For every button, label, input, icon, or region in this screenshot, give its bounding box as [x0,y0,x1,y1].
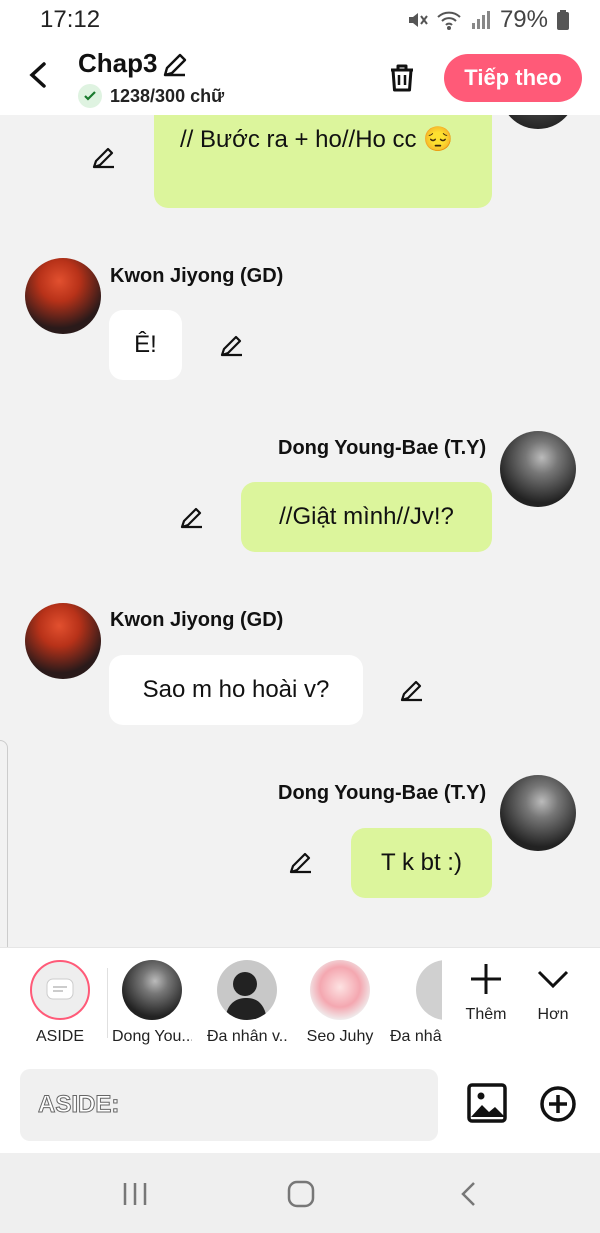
character-aside[interactable]: ASIDE [20,960,100,1046]
character-da-nhan-vat-2[interactable]: Đa nhâ [390,960,442,1046]
message-bubble[interactable]: Sao m ho hoài v? [109,655,363,725]
battery-percent: 79% [499,6,548,33]
check-icon [78,84,102,108]
message-text: Ê! [134,331,157,358]
trash-icon[interactable] [384,60,420,96]
character-dong-young-bae[interactable]: Dong You... [112,960,192,1046]
avatar [310,960,370,1020]
add-character-button[interactable]: Thêm [456,962,516,1024]
avatar-dong-young-bae[interactable] [500,431,576,507]
composer-bar [0,1057,600,1153]
wifi-icon [437,11,461,30]
edit-message-icon[interactable] [398,676,426,704]
avatar [416,960,442,1020]
word-count-text: 1238/300 chữ [110,85,225,106]
character-label: ASIDE [35,1028,84,1045]
sender-name: Dong Young-Bae (T.Y) [278,437,487,459]
status-time: 17:12 [40,6,101,33]
more-label: Hơn [537,1006,569,1023]
add-circle-icon[interactable] [539,1085,577,1123]
message-box-icon [46,978,74,1000]
chevron-down-icon [537,970,569,989]
avatar-dong-young-bae[interactable] [500,775,576,851]
sender-name: Dong Young-Bae (T.Y) [278,782,487,804]
edit-title-icon[interactable] [160,50,190,80]
app-header: Chap3 1238/300 chữ Tiếp theo [0,40,600,115]
word-count: 1238/300 chữ [78,84,224,108]
message-bubble[interactable]: // Bước ra + ho//Ho cc 😔 [154,115,492,208]
character-label: Seo Juhy [306,1028,374,1045]
avatar [122,960,182,1020]
avatar-kwon-jiyong[interactable] [25,258,101,334]
page-title: Chap3 [78,48,158,78]
sender-name: Kwon Jiyong (GD) [110,609,284,631]
add-label: Thêm [465,1006,507,1023]
edit-message-icon[interactable] [218,331,246,359]
message-bubble[interactable]: T k bt :) [351,828,492,898]
battery-icon [557,10,569,30]
sender-name: Kwon Jiyong (GD) [110,265,284,287]
avatar-kwon-jiyong[interactable] [25,603,101,679]
mute-icon [408,13,428,27]
message-input[interactable] [20,1069,438,1141]
character-bar: ASIDE Dong You... Đa nhân v... Seo Juhy … [0,947,600,1057]
status-icons: 79% [406,6,570,34]
side-panel-handle[interactable] [0,740,8,970]
message-bubble[interactable]: //Giật mình//Jv!? [241,482,492,552]
character-seo-juhy[interactable]: Seo Juhy [300,960,380,1046]
recent-apps-icon[interactable] [120,1181,150,1207]
divider [107,968,108,1038]
chat-area[interactable]: // Bước ra + ho//Ho cc 😔 Kwon Jiyong (GD… [0,115,600,947]
message-text: Sao m ho hoài v? [142,676,330,703]
character-label: Đa nhân v... [207,1028,287,1045]
edit-message-icon[interactable] [90,143,118,171]
avatar [500,115,576,129]
back-arrow-icon[interactable] [22,58,56,92]
image-icon[interactable] [467,1083,507,1123]
signal-icon [471,11,490,29]
system-nav-bar [0,1153,600,1233]
more-button[interactable]: Hơn [523,962,583,1024]
character-label: Đa nhâ [390,1028,442,1045]
back-icon[interactable] [458,1181,482,1207]
edit-message-icon[interactable] [178,503,206,531]
plus-icon [471,964,501,994]
message-text: T k bt :) [381,849,462,876]
avatar [217,960,277,1020]
character-da-nhan-vat-1[interactable]: Đa nhân v... [207,960,287,1046]
next-button[interactable]: Tiếp theo [444,54,582,102]
home-icon[interactable] [286,1179,316,1209]
character-label: Dong You... [112,1028,192,1045]
message-bubble[interactable]: Ê! [109,310,182,380]
status-bar: 17:12 79% [0,0,600,40]
message-text: //Giật mình//Jv!? [279,503,454,530]
edit-message-icon[interactable] [287,848,315,876]
message-text: // Bước ra + ho//Ho cc 😔 [180,126,454,153]
silhouette-icon [225,972,267,1020]
